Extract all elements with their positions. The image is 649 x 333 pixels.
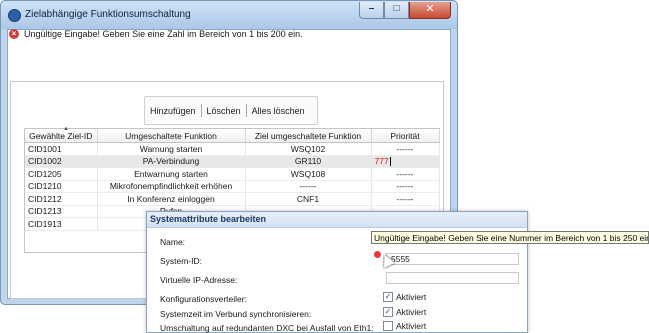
cell-function: PA-Verbindung [97,155,246,168]
redundant-dxc-label: Umschaltung auf redundanten DXC bei Ausf… [160,323,374,333]
window-title: Zielabhängige Funktionsumschaltung [25,9,191,20]
virtual-ip-field[interactable] [386,272,519,284]
cell-target-id: CID1212 [25,192,98,206]
checkbox-checked-icon: ✓ [383,292,393,302]
cell-target-id: CID1002 [25,155,98,168]
system-id-label: System-ID: [160,256,203,266]
app-icon [8,9,21,22]
close-button[interactable]: ✕ [409,2,451,19]
config-distributor-checkbox[interactable]: ✓ Aktiviert [383,292,426,302]
delete-all-button[interactable]: Alles löschen [247,106,310,116]
cell-priority-editing[interactable]: 777 [371,155,440,168]
checkbox-unchecked-icon [383,321,393,331]
column-header-target-function[interactable]: Ziel umgeschaltete Funktion [245,129,372,143]
minimize-button[interactable]: – [359,2,384,19]
table-row[interactable]: CID1205 Entwarnung starten WSQ108 ------ [25,167,440,181]
sort-ascending-icon: ▲ [63,126,69,132]
sync-time-checkbox[interactable]: ✓ Aktiviert [383,307,426,317]
error-icon: × [9,29,19,39]
cell-function: Mikrofonempfindlichkeit erhöhen [97,180,246,193]
column-header-function[interactable]: Umgeschaltete Funktion [97,129,246,143]
name-label: Name: [160,237,186,247]
caption-buttons: – □ ✕ [359,2,451,19]
error-banner: × Ungültige Eingabe! Geben Sie eine Zahl… [9,29,303,39]
priority-invalid-value[interactable]: 777 [375,156,389,166]
cell-target-id: CID1205 [25,167,98,181]
add-button[interactable]: Hinzufügen [145,106,201,116]
cell-priority: ------ [371,192,440,206]
validation-tooltip: Ungültige Eingabe! Geben Sie eine Nummer… [371,231,649,244]
table-row[interactable]: CID1001 Warnung starten WSQ102 ------ [25,142,440,156]
maximize-button[interactable]: □ [384,2,409,19]
error-message: Ungültige Eingabe! Geben Sie eine Zahl i… [24,29,303,39]
table-row-selected[interactable]: CID1002 PA-Verbindung GR110 777 [25,155,440,168]
cell-target-function: CNF1 [245,192,372,206]
virtual-ip-label: Virtuelle IP-Adresse: [160,275,238,285]
cell-function: Warnung starten [97,142,246,156]
close-icon: ✕ [425,3,435,15]
table-toolbar: Hinzufügen Löschen Alles löschen [144,96,318,125]
sync-time-label: Systemzeit im Verbund synchronisieren: [160,309,312,319]
cell-target-id: CID1210 [25,180,98,193]
cell-target-id: CID1913 [25,217,98,231]
config-distributor-label: Konfigurationsverteiler: [160,294,247,304]
cell-function: In Konferenz einloggen [97,192,246,206]
table-row[interactable]: CID1210 Mikrofonempfindlichkeit erhöhen … [25,180,440,193]
cell-priority: ------ [371,180,440,193]
cell-priority: ------ [371,142,440,156]
dialog-title: Systemattribute bearbeiten [147,212,527,228]
title-bar[interactable]: Zielabhängige Funktionsumschaltung – □ ✕ [1,1,457,29]
cell-target-function: GR110 [245,155,372,168]
minimize-icon: – [368,3,375,14]
column-header-target-id[interactable]: ▲ Gewählte Ziel-ID [25,126,98,143]
cell-target-id: CID1001 [25,142,98,156]
delete-button[interactable]: Löschen [202,106,246,116]
column-header-priority[interactable]: Priorität [371,129,440,143]
cell-function: Entwarnung starten [97,167,246,181]
redundant-dxc-checkbox[interactable]: Aktiviert [383,321,426,331]
cell-target-id: CID1213 [25,205,98,218]
text-caret [389,157,391,167]
cell-priority: ------ [371,167,440,181]
maximize-icon: □ [393,3,400,14]
table-header-row: ▲ Gewählte Ziel-ID Umgeschaltete Funktion… [25,126,440,143]
cell-target-function: ------ [245,180,372,193]
checkbox-checked-icon: ✓ [383,307,393,317]
cell-target-function: WSQ108 [245,167,372,181]
cell-target-function: WSQ102 [245,142,372,156]
system-id-field[interactable]: 5555 [386,253,519,265]
table-row[interactable]: CID1212 In Konferenz einloggen CNF1 ----… [25,192,440,206]
